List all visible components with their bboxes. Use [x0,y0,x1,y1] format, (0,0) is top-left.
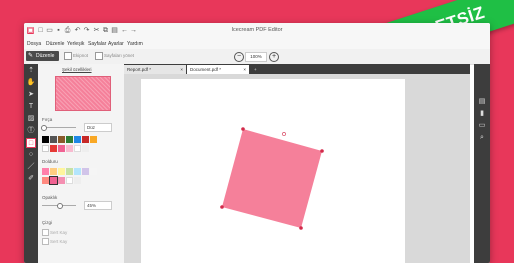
shape-layer [220,127,324,230]
pages-icon[interactable]: ▤ [478,98,486,106]
resize-handle[interactable] [220,205,224,209]
rotate-handle[interactable] [282,132,286,136]
search-icon[interactable]: ⌕ [478,134,486,142]
comment-icon[interactable]: ▭ [478,122,486,130]
resize-handle[interactable] [320,149,324,153]
app-window: ▣ □ ▭ ▪ ⎙ ↶ ↷ ✂ ⧉ ▤ ← → Icecream PDF Edi… [24,23,490,263]
resize-handle[interactable] [299,226,303,230]
selected-rectangle-shape[interactable] [222,129,322,228]
bookmark-icon[interactable]: ▮ [478,110,486,118]
resize-handle[interactable] [241,127,245,131]
right-sidebar: ▤ ▮ ▭ ⌕ [474,64,490,263]
